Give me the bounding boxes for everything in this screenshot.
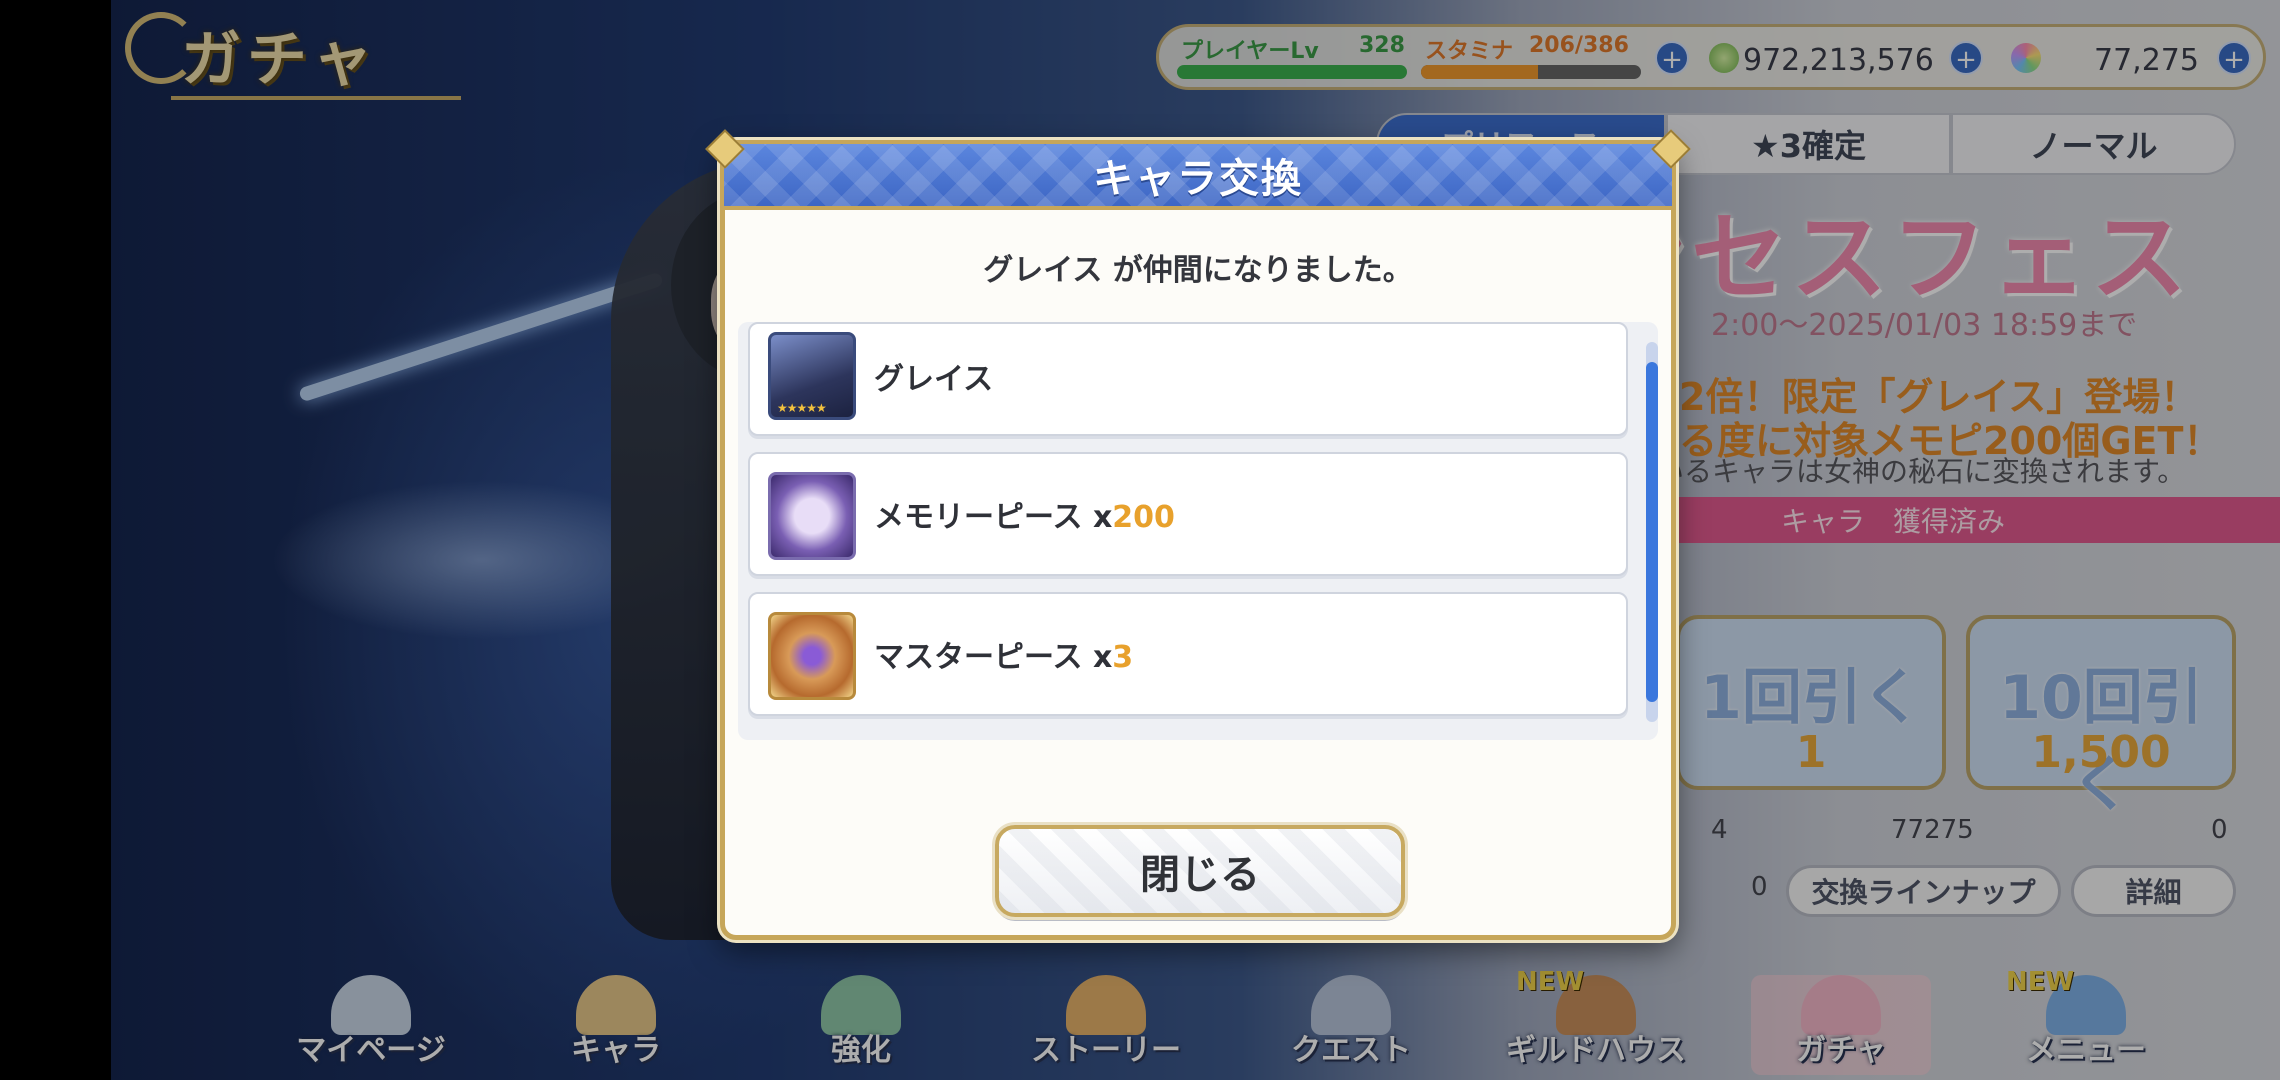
- reward-label: メモリーピース x: [874, 500, 1113, 535]
- dialog-message: グレイス が仲間になりました。: [983, 253, 1413, 288]
- reward-name: マスターピース x3: [874, 632, 1133, 676]
- reward-name: メモリーピース x200: [874, 492, 1175, 536]
- grace-portrait-icon: ★★★★★: [768, 332, 856, 420]
- list-item: ★★★★★ グレイス: [748, 322, 1628, 436]
- memory-piece-icon: [768, 472, 856, 560]
- character-exchange-dialog: キャラ交換 グレイス が仲間になりました。 ★★★★★ グレイス メモリーピース…: [705, 129, 1691, 940]
- rarity-stars-icon: ★★★★★: [777, 401, 827, 415]
- close-button[interactable]: 閉じる: [995, 825, 1405, 917]
- list-item: メモリーピース x200: [748, 452, 1628, 576]
- master-piece-icon: [768, 612, 856, 700]
- dialog-title: キャラ交換: [1093, 156, 1303, 202]
- reward-name: グレイス: [874, 362, 994, 397]
- reward-quantity: 3: [1112, 640, 1134, 675]
- reward-quantity: 200: [1112, 500, 1175, 535]
- dialog-header: キャラ交換: [720, 140, 1676, 210]
- list-item: マスターピース x3: [748, 592, 1628, 716]
- close-button-label: 閉じる: [1140, 852, 1260, 898]
- reward-label: マスターピース x: [874, 640, 1113, 675]
- reward-list[interactable]: ★★★★★ グレイス メモリーピース x200 マスターピース x3: [738, 322, 1658, 740]
- scrollbar-thumb[interactable]: [1646, 362, 1658, 702]
